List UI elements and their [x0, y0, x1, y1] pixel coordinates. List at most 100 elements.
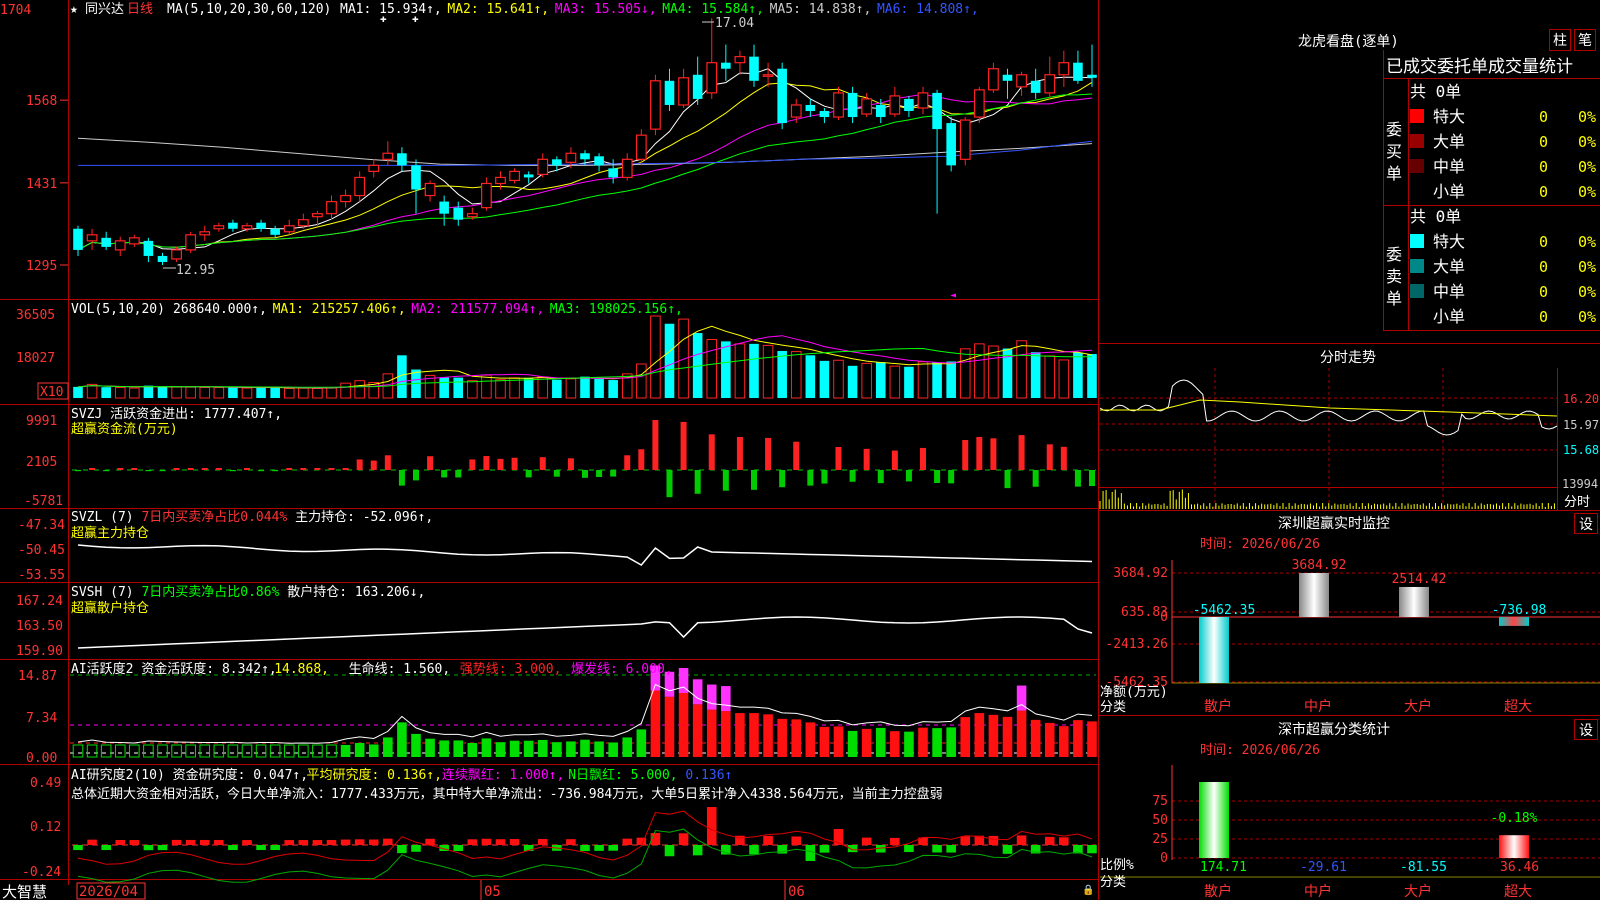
volume-bar-up: [171, 386, 182, 399]
svzj-bar: [497, 458, 504, 470]
candle-body-down: [904, 98, 914, 112]
candle-body-down: [270, 228, 280, 235]
volume-bar-down: [1087, 354, 1097, 398]
svzj-bar: [1046, 444, 1053, 470]
candlesticks[interactable]: [73, 18, 1097, 265]
candle-body-down: [664, 80, 675, 105]
ar-bar: [495, 839, 506, 845]
sz-monitor-settings-button[interactable]: 设: [1579, 517, 1593, 533]
dragon-tiger-panel[interactable]: 龙虎看盘(逐单) 柱 笔 已成交委托单成交量统计 共 0单委买单特大 0 0%大单 0…: [1298, 29, 1596, 327]
order-row-count: 0: [1539, 283, 1548, 301]
svsh-panel[interactable]: SVSH (7) 7日内买卖净占比0.86% 散户持仓: 163.206↓, 超…: [16, 584, 1093, 659]
svzj-bar: [117, 468, 124, 470]
candle-body-up: [706, 62, 718, 94]
order-color-swatch: [1410, 134, 1424, 148]
candle-body-down: [1073, 62, 1083, 81]
main-price-panel[interactable]: 1568 1431 1295 1704 ★ 同兴达 日线 MA(5,10,20,30…: [0, 2, 1097, 301]
period-label[interactable]: 日线: [127, 2, 153, 17]
ar-bar: [242, 840, 252, 845]
ar-header-item-2: 连续飘红: 1.000↑,: [442, 767, 564, 783]
ar-y-tick: 0.12: [30, 820, 61, 835]
ar-bar: [537, 838, 548, 845]
ar-bar: [749, 845, 759, 855]
brand-label: 大智慧: [2, 883, 47, 900]
sz-monitor-panel[interactable]: 深圳超赢实时监控 设 时间: 2026/06/26 3684.92635.830…: [1100, 513, 1600, 716]
ar-bar: [580, 845, 590, 852]
svzj-y-tick: 2105: [26, 455, 57, 470]
ai-research-bars: [72, 807, 1097, 883]
ai-bar-strong: [974, 713, 985, 757]
svzj-bar: [258, 470, 265, 472]
volume-bar-up: [185, 386, 196, 399]
ai-activity-panel[interactable]: AI活跃度2 资金活跃度: 8.342↑,14.868, 生命线: 1.560, 强…: [18, 661, 1097, 766]
sz-class-panel[interactable]: 深市超赢分类统计 设 时间: 2026/06/26 75 50 25 0 -0.18% 1…: [1100, 719, 1600, 900]
volume-bar-down: [143, 385, 154, 398]
ai-header-item-0: AI活跃度2 资金活跃度: 8.342↑,: [71, 661, 277, 677]
ai-bar: [875, 727, 886, 757]
candle-body-down: [777, 68, 787, 124]
candle-body-up: [678, 77, 689, 106]
sz-class-y-tick: 0: [1160, 851, 1168, 866]
dragon-tiger-title: 龙虎看盘(逐单): [1298, 33, 1399, 50]
zhu-button[interactable]: 柱: [1553, 33, 1567, 49]
svzj-bar: [229, 470, 236, 472]
svzj-bar: [905, 470, 912, 482]
lock-icon[interactable]: 🔒: [1082, 884, 1094, 896]
sz-class-bottom-value: -29.61: [1300, 860, 1347, 875]
svsh-ratio: 7日内买卖净占比0.86%: [141, 584, 279, 600]
sz-monitor-value-label: -5462.35: [1193, 603, 1256, 618]
svsh-y-tick: 159.90: [16, 644, 63, 659]
ar-bar: [256, 845, 266, 851]
ar-bar: [706, 807, 717, 845]
ai-bar: [946, 727, 956, 757]
order-stat-tabs[interactable]: 已成交委托单成交量统计: [1386, 57, 1573, 77]
candle-body-up: [889, 95, 901, 115]
volume-bar-down: [819, 360, 830, 398]
candle-body-up: [185, 234, 197, 251]
sz-class-time: 时间: 2026/06/26: [1200, 743, 1320, 758]
candle-body-down: [523, 174, 534, 178]
svzj-bar: [596, 470, 603, 478]
ai-bar-strong: [706, 709, 717, 757]
candle-body-down: [1002, 74, 1013, 81]
sz-class-category: 中户: [1304, 883, 1332, 900]
volume-bar-down: [270, 387, 280, 398]
volume-panel[interactable]: VOL(5,10,20) 268640.000↑, MA1: 215257.406↑…: [16, 302, 1097, 400]
svzj-panel[interactable]: SVZJ 活跃资金进出: 1777.407↑, 超赢资金流(万元) 9991 2…: [24, 406, 1096, 509]
volume-bar-down: [932, 362, 942, 398]
ai-research-panel[interactable]: AI研究度2(10) 资金研究度: 0.047↑,平均研究度: 0.136↑, 连…: [22, 767, 1097, 883]
svzj-bar: [525, 470, 532, 478]
volume-bar-up: [213, 386, 225, 399]
ma-legend-item-3: MA4: 15.584↑,: [662, 2, 764, 17]
volume-bar-up: [495, 379, 506, 399]
candle-body-up: [424, 182, 436, 197]
svzj-bar: [708, 434, 715, 470]
volume-bar-down: [875, 362, 886, 398]
intraday-panel[interactable]: 分时走势 16.20 15.97 15.68 13994 分时: [1099, 350, 1599, 510]
sz-class-settings-button[interactable]: 设: [1579, 723, 1593, 739]
ar-bar: [1087, 845, 1097, 854]
candle-body-down: [805, 104, 816, 112]
svzl-panel[interactable]: SVZL (7) 7日内买卖净占比0.044% 主力持仓: -52.096↑, …: [18, 509, 1093, 583]
ar-bar: [946, 845, 956, 853]
footer-month-may: 05: [484, 884, 501, 900]
sz-monitor-value-label: 3684.92: [1292, 558, 1347, 573]
svzj-bar: [891, 450, 898, 470]
volume-bar-up: [650, 315, 661, 399]
ar-bar: [1002, 845, 1013, 854]
bi-button[interactable]: 笔: [1578, 33, 1592, 49]
volume-bars[interactable]: [73, 315, 1097, 399]
svzj-bar: [694, 470, 701, 494]
candle-body-up: [495, 176, 506, 185]
vol-y-tick: 36505: [16, 308, 55, 323]
vol-unit-label: X10: [40, 385, 63, 400]
volume-bar-up: [790, 351, 802, 399]
ai-y-tick: 7.34: [26, 711, 57, 726]
order-row-label: 大单: [1433, 132, 1465, 151]
star-icon[interactable]: ★: [70, 2, 78, 17]
sz-class-bar: [1499, 835, 1529, 858]
svzj-bar: [962, 440, 969, 470]
sz-monitor-cat-label: 分类: [1100, 700, 1126, 715]
svsh-title: SVSH (7) 7日内买卖净占比0.86% 散户持仓: 163.206↓,: [71, 584, 425, 600]
ar-bar: [383, 838, 393, 845]
